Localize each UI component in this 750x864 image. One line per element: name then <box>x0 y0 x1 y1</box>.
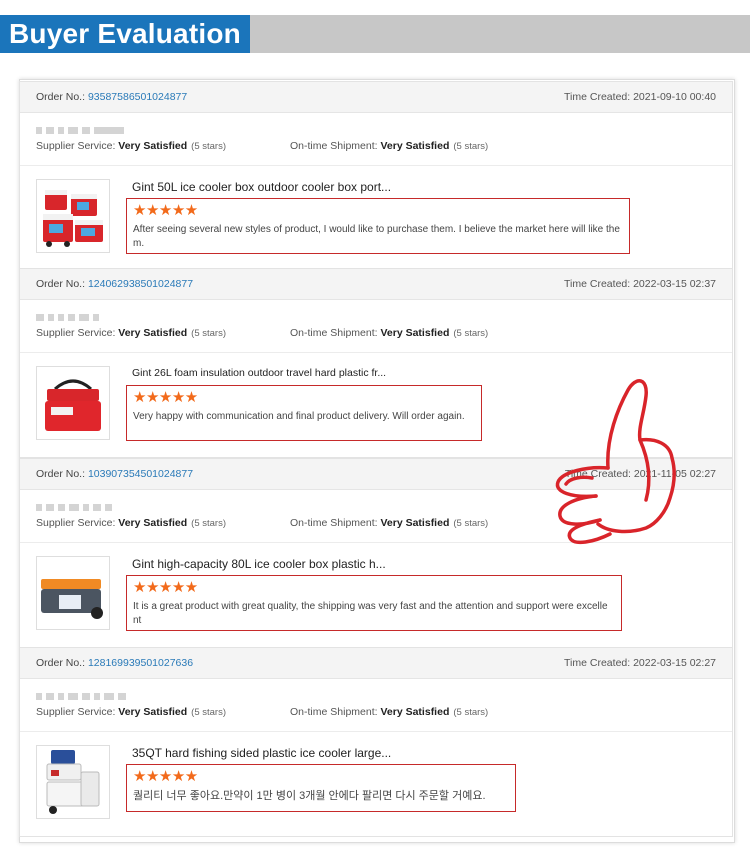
review-highlight-box: ★★★★★ Very happy with communication and … <box>126 385 482 441</box>
review-text: Very happy with communication and final … <box>133 410 473 424</box>
product-title-link[interactable]: Gint 50L ice cooler box outdoor cooler b… <box>132 180 391 194</box>
service-ratings: Supplier Service: Very Satisfied(5 stars… <box>36 706 488 718</box>
divider <box>20 352 732 353</box>
review-text: It is a great product with great quality… <box>133 600 613 628</box>
product-title-link[interactable]: Gint high-capacity 80L ice cooler box pl… <box>132 557 386 571</box>
order-number-link[interactable]: 93587586501024877 <box>88 91 187 103</box>
divider <box>20 165 732 166</box>
divider <box>20 731 732 732</box>
service-ratings: Supplier Service: Very Satisfied(5 stars… <box>36 517 488 529</box>
product-title-link[interactable]: Gint 26L foam insulation outdoor travel … <box>132 367 386 379</box>
product-thumbnail[interactable] <box>36 556 110 630</box>
buyer-name-blurred <box>36 122 128 132</box>
title-banner: Buyer Evaluation <box>0 15 750 53</box>
cooler-product-image <box>37 746 109 818</box>
order-number-link[interactable]: 124062938501024877 <box>88 278 193 290</box>
rating-stars: ★★★★★ <box>133 389 198 406</box>
order-label: Order No.: <box>36 91 85 103</box>
review-highlight-box: ★★★★★ After seeing several new styles of… <box>126 198 630 254</box>
review-highlight-box: ★★★★★ 퀄리티 너무 좋아요.만약이 1만 병이 3개월 안에다 팔리면 다… <box>126 764 516 812</box>
time-created: 2022-03-15 02:37 <box>633 278 716 290</box>
order-number-link[interactable]: 103907354501024877 <box>88 468 193 480</box>
review-highlight-box: ★★★★★ It is a great product with great q… <box>126 575 622 631</box>
time-created: 2021-09-10 00:40 <box>633 91 716 103</box>
cooler-product-image <box>37 557 109 629</box>
product-thumbnail[interactable] <box>36 179 110 253</box>
time-created: 2022-03-15 02:27 <box>633 657 716 669</box>
buyer-name-blurred <box>36 309 103 319</box>
review-card-1: Order No.: 93587586501024877 Time Create… <box>19 81 733 269</box>
service-ratings: Supplier Service: Very Satisfied(5 stars… <box>36 140 488 152</box>
thumbs-up-drawing-icon <box>548 368 683 548</box>
product-thumbnail[interactable] <box>36 745 110 819</box>
review-text: After seeing several new styles of produ… <box>133 223 621 251</box>
order-header: Order No.: 93587586501024877 Time Create… <box>20 82 732 113</box>
rating-stars: ★★★★★ <box>133 768 198 785</box>
review-card-4: Order No.: 128169939501027636 Time Creat… <box>19 647 733 837</box>
service-ratings: Supplier Service: Very Satisfied(5 stars… <box>36 327 488 339</box>
buyer-name-blurred <box>36 499 116 509</box>
rating-stars: ★★★★★ <box>133 202 198 219</box>
review-text: 퀄리티 너무 좋아요.만약이 1만 병이 3개월 안에다 팔리면 다시 주문할 … <box>133 789 507 803</box>
rating-stars: ★★★★★ <box>133 579 198 596</box>
buyer-name-blurred <box>36 688 130 698</box>
time-label: Time Created: <box>564 91 630 103</box>
cooler-product-image <box>37 367 109 439</box>
banner-title: Buyer Evaluation <box>0 15 250 53</box>
order-header: Order No.: 128169939501027636 Time Creat… <box>20 648 732 679</box>
order-header: Order No.: 124062938501024877 Time Creat… <box>20 269 732 300</box>
order-number-link[interactable]: 128169939501027636 <box>88 657 193 669</box>
product-title-link[interactable]: 35QT hard fishing sided plastic ice cool… <box>132 746 391 760</box>
product-thumbnail[interactable] <box>36 366 110 440</box>
cooler-product-image <box>37 180 109 252</box>
